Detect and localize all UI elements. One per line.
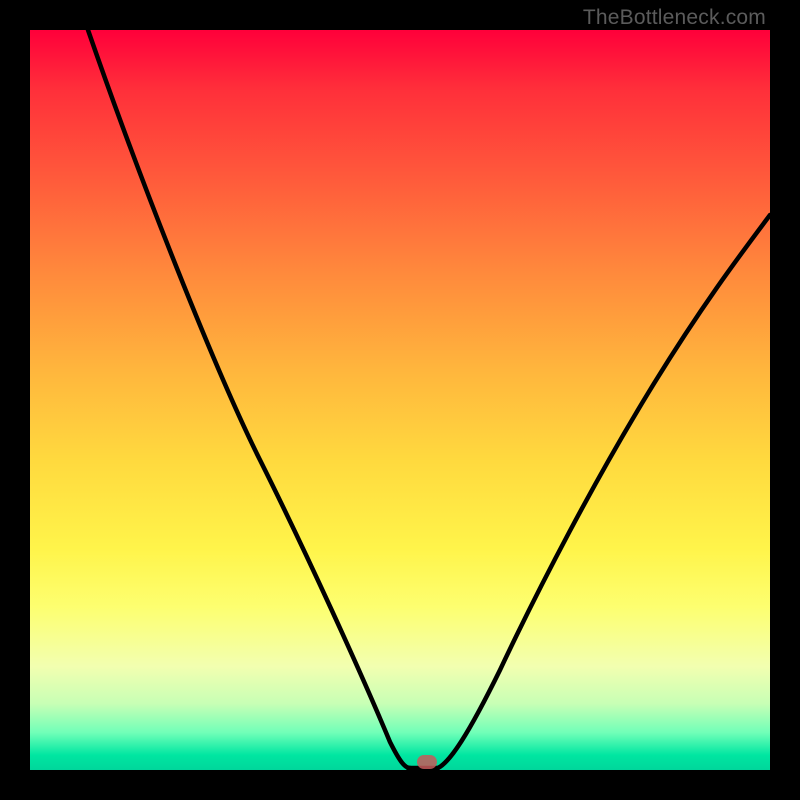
watermark-text: TheBottleneck.com xyxy=(583,6,766,30)
bottleneck-curve xyxy=(30,30,770,770)
plot-area xyxy=(30,30,770,770)
minimum-marker xyxy=(417,755,437,769)
chart-frame: TheBottleneck.com xyxy=(0,0,800,800)
